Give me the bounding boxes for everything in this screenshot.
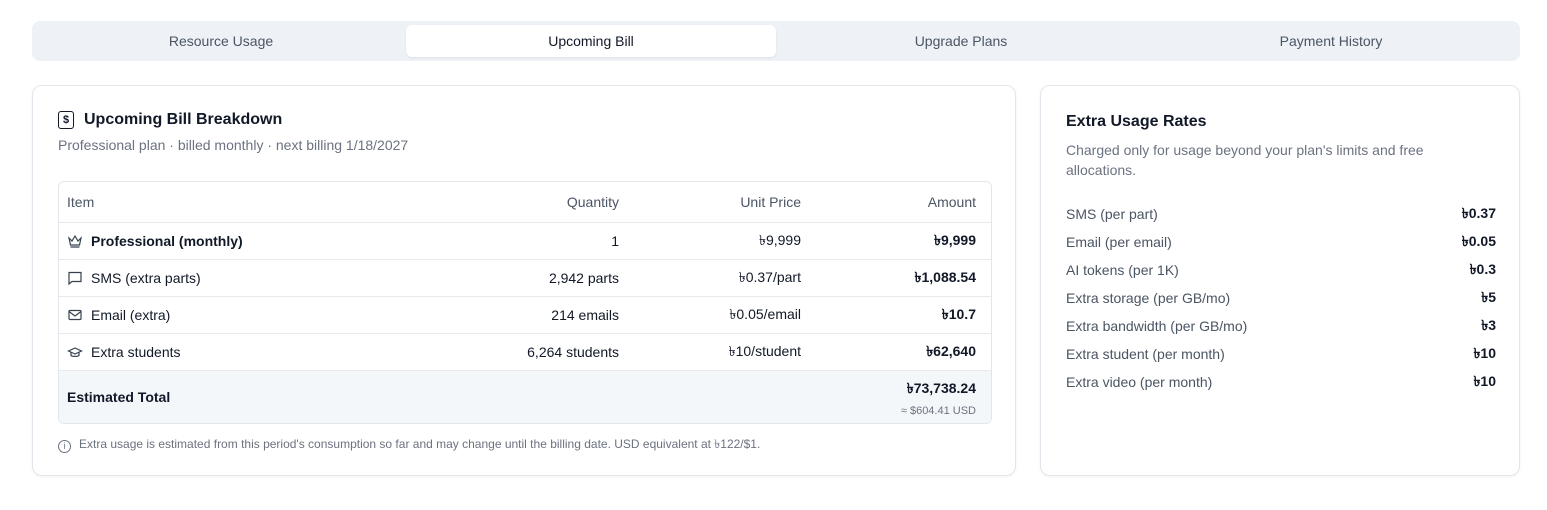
item-amount: ৳62,640 — [926, 343, 976, 359]
rate-label: Extra video (per month) — [1066, 374, 1213, 390]
item-quantity: 214 emails — [551, 307, 619, 323]
column-header-amount: Amount — [927, 194, 976, 210]
item-unit-price: ৳10/student — [728, 343, 801, 359]
column-header-quantity: Quantity — [566, 194, 619, 210]
rate-row: AI tokens (per 1K) ৳0.3 — [1066, 256, 1496, 284]
bill-subtitle: Professional plan · billed monthly · nex… — [58, 137, 409, 153]
rate-label: Email (per email) — [1066, 234, 1172, 250]
bill-header: $ Upcoming Bill Breakdown — [58, 111, 282, 129]
item-quantity: 1 — [611, 233, 619, 249]
rate-label: Extra bandwidth (per GB/mo) — [1066, 318, 1248, 334]
table-row: SMS (extra parts) 2,942 parts ৳0.37/part… — [59, 260, 991, 297]
rate-value: ৳0.37 — [1461, 205, 1496, 221]
item-amount: ৳10.7 — [941, 306, 976, 322]
item-quantity: 2,942 parts — [548, 270, 619, 286]
graduation-cap-icon — [67, 344, 83, 360]
total-amount: ৳73,738.24 — [906, 380, 976, 396]
tab-resource-usage[interactable]: Resource Usage — [36, 25, 406, 57]
rate-row: Extra bandwidth (per GB/mo) ৳3 — [1066, 312, 1496, 340]
table-row: Extra students 6,264 students ৳10/studen… — [59, 334, 991, 371]
item-amount: ৳1,088.54 — [914, 269, 976, 285]
message-icon — [67, 270, 83, 286]
rates-list: SMS (per part) ৳0.37 Email (per email) ৳0.… — [1066, 200, 1496, 396]
rate-label: Extra student (per month) — [1066, 346, 1225, 362]
bill-breakdown-card: $ Upcoming Bill Breakdown Professional p… — [32, 85, 1016, 476]
item-name: Professional (monthly) — [91, 233, 243, 249]
rate-label: AI tokens (per 1K) — [1066, 262, 1179, 278]
bill-dollar-icon: $ — [58, 111, 74, 129]
item-unit-price: ৳9,999 — [758, 232, 801, 248]
crown-icon — [67, 233, 83, 249]
item-name: SMS (extra parts) — [91, 270, 201, 286]
item-amount: ৳9,999 — [933, 232, 976, 248]
rate-value: ৳0.3 — [1469, 261, 1496, 277]
item-unit-price: ৳0.05/email — [729, 306, 801, 322]
item-name: Extra students — [91, 344, 181, 360]
rates-title: Extra Usage Rates — [1066, 113, 1207, 130]
rate-label: SMS (per part) — [1066, 206, 1158, 222]
table-row: Email (extra) 214 emails ৳0.05/email ৳10… — [59, 297, 991, 334]
tab-upgrade-plans[interactable]: Upgrade Plans — [776, 25, 1146, 57]
rate-row: SMS (per part) ৳0.37 — [1066, 200, 1496, 228]
rates-description: Charged only for usage beyond your plan'… — [1066, 142, 1424, 178]
extra-usage-rates-card: Extra Usage Rates Charged only for usage… — [1040, 85, 1520, 476]
item-quantity: 6,264 students — [527, 344, 619, 360]
rate-value: ৳10 — [1473, 345, 1496, 361]
column-header-item: Item — [67, 194, 95, 210]
estimate-note: i Extra usage is estimated from this per… — [58, 436, 760, 456]
rate-row: Extra storage (per GB/mo) ৳5 — [1066, 284, 1496, 312]
bill-title: Upcoming Bill Breakdown — [84, 111, 283, 128]
tab-payment-history[interactable]: Payment History — [1146, 25, 1516, 57]
rate-value: ৳0.05 — [1461, 233, 1496, 249]
rate-value: ৳5 — [1481, 289, 1496, 305]
info-icon: i — [58, 439, 71, 453]
total-usd: ≈ $604.41 USD — [900, 405, 976, 417]
total-row: Estimated Total ৳73,738.24 ≈ $604.41 USD — [59, 371, 991, 423]
bill-table: Item Quantity Unit Price Amount Professi… — [58, 181, 992, 424]
tab-upcoming-bill[interactable]: Upcoming Bill — [406, 25, 776, 57]
rate-row: Email (per email) ৳0.05 — [1066, 228, 1496, 256]
table-row: Professional (monthly) 1 ৳9,999 ৳9,999 — [59, 223, 991, 260]
table-header: Item Quantity Unit Price Amount — [59, 182, 991, 223]
note-text: Extra usage is estimated from this perio… — [79, 437, 761, 451]
rate-row: Extra video (per month) ৳10 — [1066, 368, 1496, 396]
total-label: Estimated Total — [67, 389, 171, 405]
tab-bar: Resource Usage Upcoming Bill Upgrade Pla… — [32, 21, 1520, 61]
column-header-unit-price: Unit Price — [740, 194, 801, 210]
item-name: Email (extra) — [91, 307, 171, 323]
mail-icon — [67, 307, 83, 323]
rate-label: Extra storage (per GB/mo) — [1066, 290, 1231, 306]
rate-value: ৳10 — [1473, 373, 1496, 389]
item-unit-price: ৳0.37/part — [738, 269, 801, 285]
rate-row: Extra student (per month) ৳10 — [1066, 340, 1496, 368]
rate-value: ৳3 — [1481, 317, 1496, 333]
